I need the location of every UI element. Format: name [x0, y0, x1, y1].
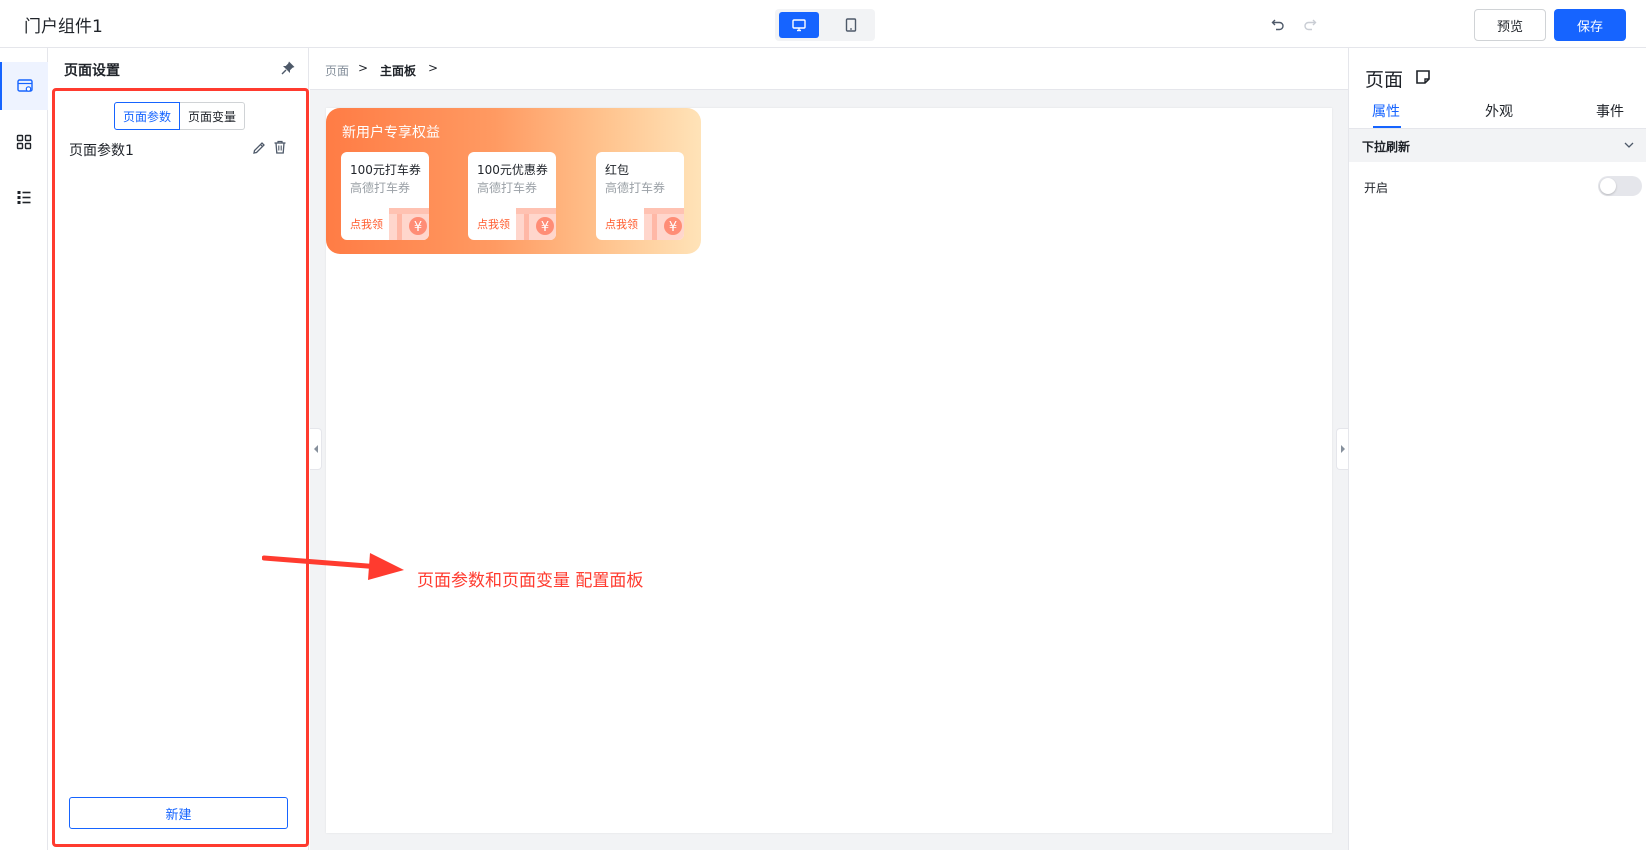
note-icon[interactable] — [1414, 68, 1432, 86]
coupon-claim-link[interactable]: 点我领 — [350, 216, 383, 232]
properties-title: 页面 — [1365, 69, 1404, 91]
segment-page-variables[interactable]: 页面变量 — [180, 102, 245, 130]
collapse-left-panel-handle[interactable] — [310, 428, 322, 470]
annotation-arrow — [262, 553, 404, 580]
tablet-icon — [845, 18, 857, 32]
redo-button[interactable] — [1300, 14, 1320, 34]
svg-text:¥: ¥ — [414, 220, 422, 235]
redo-icon — [1304, 19, 1317, 31]
delete-param-button[interactable] — [272, 139, 288, 155]
edit-icon — [253, 142, 265, 154]
chevron-right-icon — [1340, 445, 1345, 453]
pin-icon — [281, 61, 295, 75]
breadcrumb-separator: > — [358, 61, 369, 75]
annotation-highlight-box — [52, 88, 309, 847]
banner-title: 新用户专享权益 — [342, 125, 440, 141]
coupon-subtitle: 高德打车券 — [605, 181, 666, 195]
tab-events[interactable]: 事件 — [1596, 101, 1624, 121]
gift-yuan-icon: ¥ — [644, 208, 684, 240]
collapse-right-panel-handle[interactable] — [1336, 428, 1348, 470]
svg-text:¥: ¥ — [669, 220, 677, 235]
tab-appearance[interactable]: 外观 — [1485, 101, 1513, 121]
coupon-claim-link[interactable]: 点我领 — [477, 216, 510, 232]
section-pull-refresh[interactable]: 下拉刷新 — [1349, 129, 1646, 162]
breadcrumb-separator: > — [428, 61, 439, 75]
preview-button[interactable]: 预览 — [1474, 9, 1546, 41]
device-switch — [775, 9, 875, 41]
desktop-view-button[interactable] — [779, 12, 819, 38]
coupon-claim-link[interactable]: 点我领 — [605, 216, 638, 232]
chevron-down-icon — [1624, 142, 1634, 148]
toggle-knob — [1600, 178, 1616, 194]
gift-yuan-icon: ¥ — [516, 208, 556, 240]
section-label: 下拉刷新 — [1362, 140, 1411, 154]
properties-panel: 页面 属性 外观 事件 下拉刷新 开启 — [1348, 48, 1646, 850]
save-button[interactable]: 保存 — [1554, 9, 1626, 41]
trash-icon — [274, 140, 286, 154]
coupon-card[interactable]: 红包 高德打车券 点我领 ¥ — [596, 152, 684, 240]
panel-title: 页面设置 — [64, 63, 120, 79]
segment-control: 页面参数 页面变量 — [114, 102, 245, 130]
enable-label: 开启 — [1364, 181, 1389, 195]
svg-text:¥: ¥ — [541, 220, 549, 235]
new-param-button[interactable]: 新建 — [69, 797, 288, 829]
outline-icon — [17, 191, 31, 204]
segment-page-params[interactable]: 页面参数 — [114, 102, 180, 130]
pin-button[interactable] — [280, 60, 296, 76]
undo-button[interactable] — [1268, 14, 1288, 34]
rail-item-components[interactable] — [0, 118, 48, 166]
breadcrumb-item-main-panel[interactable]: 主面板 — [380, 62, 416, 79]
rail-item-outline[interactable] — [0, 173, 48, 221]
annotation-text: 页面参数和页面变量 配置面板 — [417, 571, 644, 591]
enable-toggle[interactable] — [1598, 176, 1642, 196]
coupon-name: 红包 — [605, 163, 630, 177]
gift-yuan-icon: ¥ — [389, 208, 429, 240]
coupon-card[interactable]: 100元优惠券 高德打车券 点我领 ¥ — [468, 152, 556, 240]
breadcrumb: 页面 > 主面板 > — [310, 48, 1348, 90]
coupon-banner[interactable]: 新用户专享权益 100元打车券 高德打车券 点我领 ¥ 100元优惠券 高德打车… — [326, 108, 701, 254]
coupon-subtitle: 高德打车券 — [477, 181, 538, 195]
left-rail — [0, 48, 48, 850]
coupon-name: 100元打车券 — [350, 163, 421, 177]
coupon-subtitle: 高德打车券 — [350, 181, 411, 195]
breadcrumb-item-page[interactable]: 页面 — [325, 62, 349, 79]
desktop-icon — [792, 19, 806, 32]
top-bar: 门户组件1 预览 保存 — [0, 0, 1646, 48]
tab-properties[interactable]: 属性 — [1372, 101, 1400, 121]
param-list-item[interactable]: 页面参数1 — [69, 140, 134, 160]
coupon-name: 100元优惠券 — [477, 163, 548, 177]
components-icon — [16, 134, 32, 150]
undo-icon — [1271, 19, 1284, 31]
app-title: 门户组件1 — [24, 17, 103, 37]
chevron-left-icon — [313, 445, 318, 453]
coupon-card[interactable]: 100元打车券 高德打车券 点我领 ¥ — [341, 152, 429, 240]
edit-param-button[interactable] — [251, 140, 267, 156]
page-settings-icon — [17, 79, 33, 92]
tablet-view-button[interactable] — [831, 12, 871, 38]
rail-item-page-settings[interactable] — [0, 62, 48, 110]
